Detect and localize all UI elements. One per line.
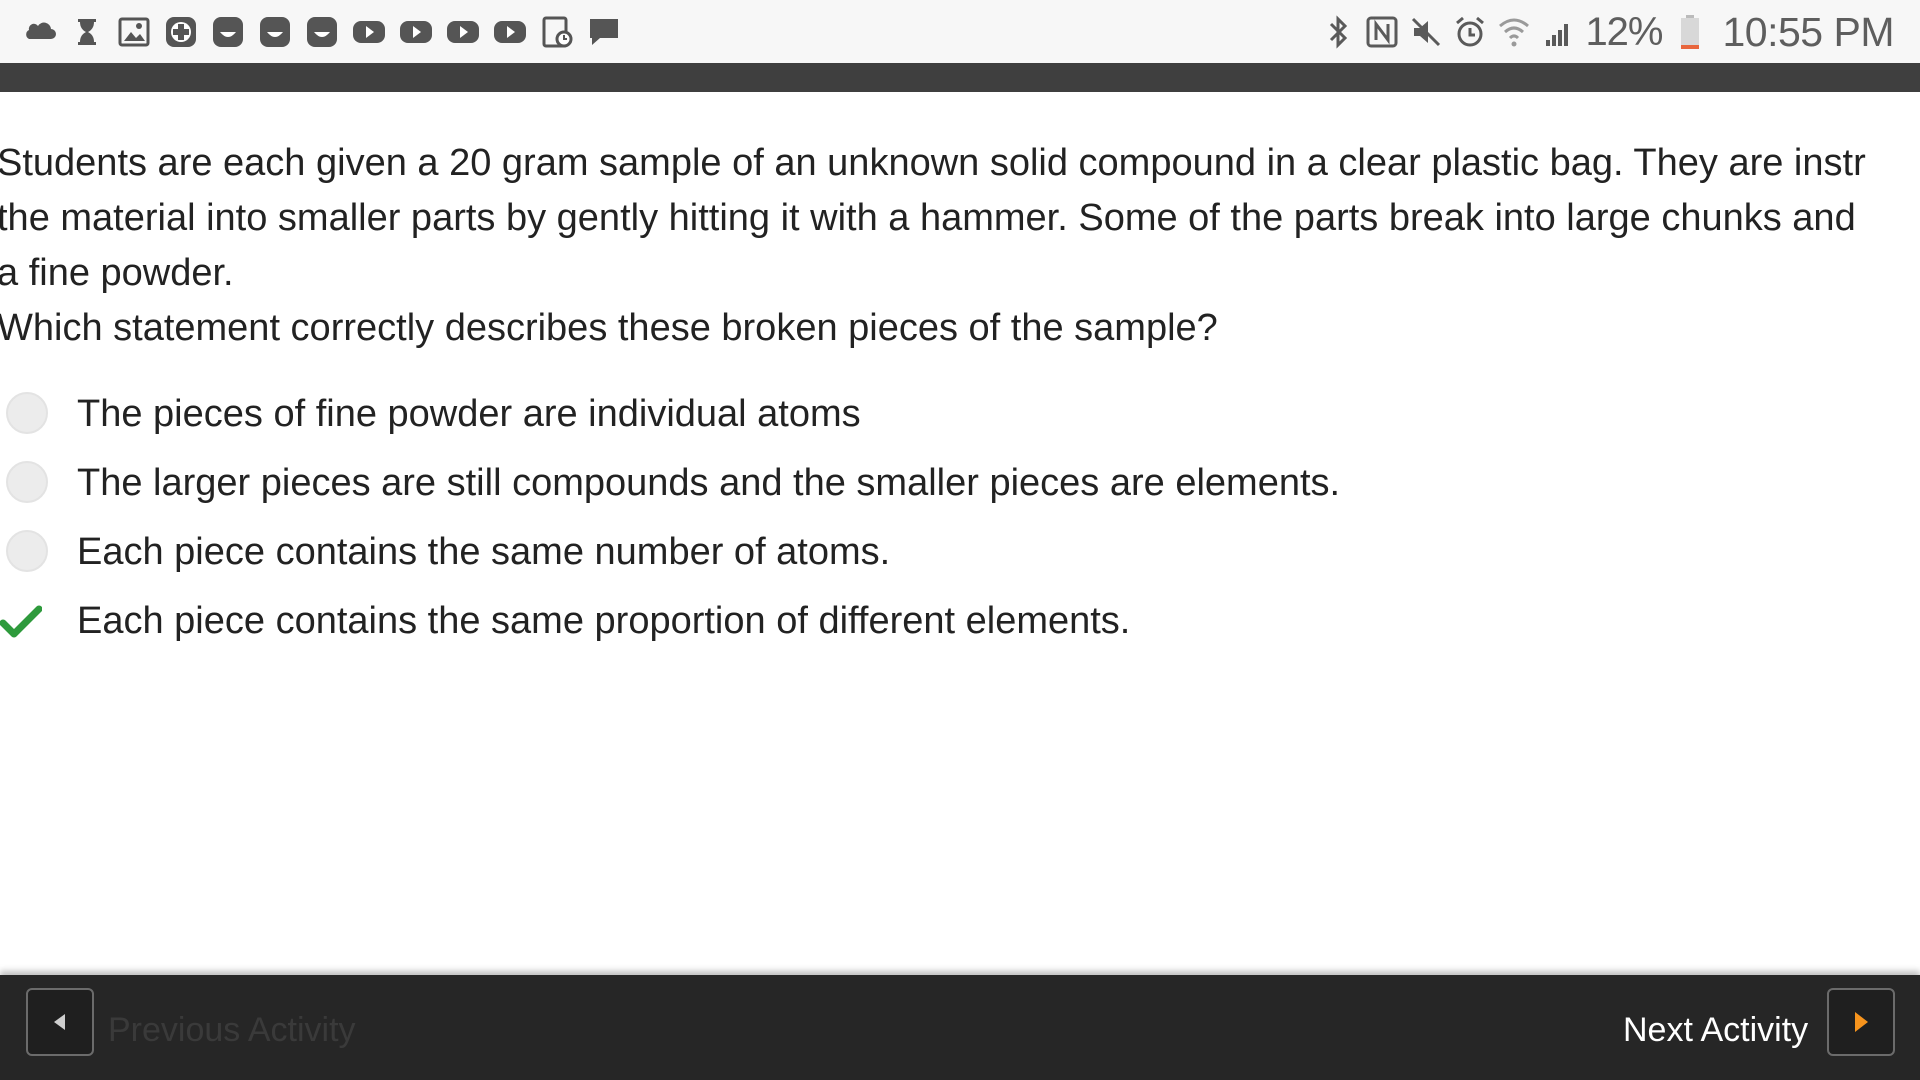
signal-icon — [1541, 12, 1575, 52]
youtube-icon — [398, 15, 433, 50]
app-header-bar — [0, 63, 1920, 92]
plus-icon — [163, 15, 198, 50]
youtube-icon — [351, 15, 386, 50]
previous-activity-button[interactable] — [26, 988, 94, 1056]
cloud-icon — [22, 15, 57, 50]
question-line: Students are each given a 20 gram sample… — [0, 142, 1866, 184]
next-activity-button[interactable] — [1827, 988, 1895, 1056]
app-icon — [257, 15, 292, 50]
hourglass-icon — [69, 15, 104, 50]
answer-label[interactable]: The larger pieces are still compounds an… — [77, 458, 1340, 508]
app-icon — [210, 15, 245, 50]
page: 12% 10:55 PM Students are each given a 2… — [0, 0, 1920, 1080]
question-line: the material into smaller parts by gentl… — [0, 197, 1856, 239]
message-icon — [586, 15, 621, 50]
next-activity-label[interactable]: Next Activity — [1623, 1011, 1808, 1050]
answer-option-4[interactable]: Each piece contains the same proportion … — [0, 599, 1920, 668]
system-status: 12% 10:55 PM — [1321, 8, 1894, 56]
arrow-right-icon — [1855, 1012, 1868, 1032]
youtube-icon — [445, 15, 480, 50]
checkmark-icon — [0, 605, 42, 638]
calendar-icon — [539, 15, 574, 50]
mute-icon — [1409, 12, 1443, 52]
answer-label[interactable]: Each piece contains the same proportion … — [77, 596, 1130, 646]
bluetooth-icon — [1321, 12, 1355, 52]
question-line: a fine powder. — [0, 252, 234, 294]
question-prompt: Which statement correctly describes thes… — [0, 307, 1218, 349]
arrow-left-icon — [54, 1014, 65, 1030]
answer-option-1[interactable]: The pieces of fine powder are individual… — [0, 392, 1920, 461]
youtube-icon — [492, 15, 527, 50]
previous-activity-label[interactable]: Previous Activity — [108, 1011, 356, 1050]
gallery-icon — [116, 15, 151, 50]
nfc-icon — [1365, 12, 1399, 52]
question-text: Students are each given a 20 gram sample… — [0, 136, 1920, 356]
battery-percent: 12% — [1585, 9, 1663, 54]
radio-button[interactable] — [6, 530, 48, 572]
battery-icon — [1673, 12, 1707, 52]
answer-label[interactable]: Each piece contains the same number of a… — [77, 527, 890, 577]
answer-options: The pieces of fine powder are individual… — [0, 392, 1920, 668]
app-icon — [304, 15, 339, 50]
answer-option-2[interactable]: The larger pieces are still compounds an… — [0, 461, 1920, 530]
radio-button[interactable] — [6, 461, 48, 503]
alarm-icon — [1453, 12, 1487, 52]
status-bar: 12% 10:55 PM — [0, 0, 1920, 63]
wifi-icon — [1497, 12, 1531, 52]
notification-icons — [22, 12, 621, 52]
clock: 10:55 PM — [1722, 8, 1895, 55]
answer-label[interactable]: The pieces of fine powder are individual… — [77, 389, 861, 439]
answer-option-3[interactable]: Each piece contains the same number of a… — [0, 530, 1920, 599]
radio-button[interactable] — [6, 392, 48, 434]
